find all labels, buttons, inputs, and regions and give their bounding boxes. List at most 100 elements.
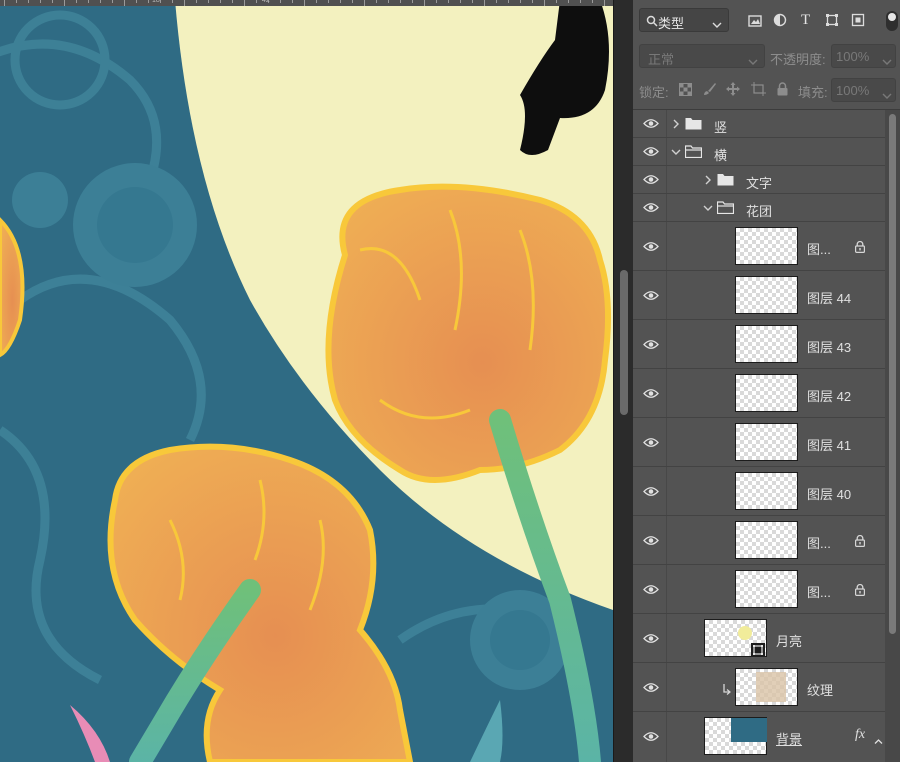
ruler-tick	[256, 0, 257, 3]
ruler-tick	[292, 0, 293, 3]
layer-row-group-wenzi[interactable]: 文字	[633, 166, 885, 194]
layer-name: 图...	[807, 536, 831, 551]
ruler-tick	[340, 0, 341, 3]
layer-row-texture-clipped[interactable]: 纹理	[633, 663, 885, 712]
filter-pixel-icon[interactable]	[748, 14, 762, 32]
fill-input[interactable]: 100%	[831, 78, 896, 102]
visibility-eye-icon[interactable]	[643, 535, 659, 546]
ruler-tick	[436, 0, 437, 3]
chevron-down-icon[interactable]	[671, 148, 681, 158]
lock-all-icon[interactable]	[777, 82, 788, 101]
layers-scroll-thumb[interactable]	[889, 114, 896, 634]
ruler-tick	[496, 0, 497, 3]
lock-position-move-icon[interactable]	[726, 82, 740, 101]
layer-row-background[interactable]: 背景 fx	[633, 712, 885, 762]
opacity-input[interactable]: 100%	[831, 44, 896, 68]
ruler-tick	[484, 0, 485, 6]
filter-smart-object-icon[interactable]	[851, 13, 865, 32]
clipping-mask-arrow-icon	[723, 682, 731, 700]
ruler-tick	[124, 0, 125, 6]
ruler-tick	[568, 0, 569, 3]
layer-name: 月亮	[776, 634, 803, 649]
layer-effects-fx-icon[interactable]: fx	[855, 727, 865, 743]
visibility-eye-icon[interactable]	[643, 146, 659, 157]
visibility-eye-icon[interactable]	[643, 437, 659, 448]
visibility-eye-icon[interactable]	[643, 682, 659, 693]
filter-adjustment-icon[interactable]	[773, 13, 787, 32]
ruler-tick	[208, 0, 209, 3]
ruler-label: 18	[152, 0, 160, 4]
layer-row-pixel[interactable]: 图层 41	[633, 418, 885, 467]
layer-thumbnail	[735, 374, 798, 412]
layer-row-pixel[interactable]: 图层 40	[633, 467, 885, 516]
chevron-up-icon[interactable]	[874, 732, 883, 750]
layer-row-group-huatuan[interactable]: 花团	[633, 194, 885, 222]
lock-transparent-icon[interactable]	[679, 83, 692, 101]
layer-thumbnail	[704, 717, 767, 755]
ruler-tick	[40, 0, 41, 3]
filter-kind-select[interactable]: 类型	[639, 8, 729, 32]
lock-artboard-icon[interactable]	[751, 82, 766, 101]
layer-row-pixel[interactable]: 图层 43	[633, 320, 885, 369]
visibility-eye-icon[interactable]	[643, 241, 659, 252]
background-thumbnail	[731, 718, 767, 742]
ruler-tick	[244, 0, 245, 6]
filter-type-icon[interactable]: T	[801, 12, 810, 29]
ruler-tick	[64, 0, 65, 6]
ruler-label: 42	[262, 0, 270, 4]
ruler-tick	[424, 0, 425, 6]
ruler-tick	[148, 0, 149, 3]
ruler-tick	[448, 0, 449, 3]
visibility-eye-icon[interactable]	[643, 174, 659, 185]
visibility-eye-icon[interactable]	[643, 339, 659, 350]
visibility-eye-icon[interactable]	[643, 118, 659, 129]
document-canvas[interactable]: 18 42	[0, 0, 613, 762]
artwork	[0, 0, 613, 762]
visibility-eye-icon[interactable]	[643, 584, 659, 595]
layer-row-group-heng[interactable]: 横	[633, 138, 885, 166]
ruler-tick	[520, 0, 521, 3]
folder-open-icon	[716, 201, 735, 215]
ruler-tick	[160, 0, 161, 3]
layer-row-pixel[interactable]: 图...	[633, 516, 885, 565]
ruler-tick	[400, 0, 401, 3]
lock-label: 锁定:	[639, 85, 669, 100]
layer-row-group-shu[interactable]: 竖	[633, 110, 885, 138]
chevron-down-icon[interactable]	[703, 204, 713, 214]
canvas-scroll-thumb[interactable]	[620, 270, 628, 415]
layer-name: 图...	[807, 242, 831, 257]
visibility-eye-icon[interactable]	[643, 633, 659, 644]
canvas-vertical-scrollbar[interactable]	[613, 0, 633, 762]
blend-mode-select[interactable]: 正常	[639, 44, 765, 68]
layer-name: 图层 41	[807, 438, 852, 453]
ruler-tick	[100, 0, 101, 3]
chevron-right-icon[interactable]	[672, 119, 682, 129]
ruler-tick	[16, 0, 17, 3]
layer-row-smart-object-moon[interactable]: 月亮	[633, 614, 885, 663]
ruler-tick	[112, 0, 113, 3]
layer-row-pixel[interactable]: 图...	[633, 222, 885, 271]
layer-row-pixel[interactable]: 图...	[633, 565, 885, 614]
filter-shape-icon[interactable]	[825, 13, 839, 32]
visibility-eye-icon[interactable]	[643, 486, 659, 497]
ruler-tick	[28, 0, 29, 3]
ruler-tick	[184, 0, 185, 6]
ruler-tick	[304, 0, 305, 6]
visibility-eye-icon[interactable]	[643, 731, 659, 742]
layer-row-pixel[interactable]: 图层 44	[633, 271, 885, 320]
ruler-tick	[460, 0, 461, 3]
folder-open-icon	[684, 145, 703, 159]
search-icon	[646, 14, 658, 32]
chevron-down-icon	[712, 16, 722, 34]
layer-row-pixel[interactable]: 图层 42	[633, 369, 885, 418]
lock-pixels-brush-icon[interactable]	[703, 82, 717, 101]
ruler-tick	[532, 0, 533, 3]
visibility-eye-icon[interactable]	[643, 290, 659, 301]
layer-name: 图层 44	[807, 291, 852, 306]
layer-filter-row: 类型 T	[633, 8, 900, 34]
filter-toggle[interactable]	[886, 11, 898, 31]
chevron-right-icon[interactable]	[704, 175, 714, 185]
visibility-eye-icon[interactable]	[643, 388, 659, 399]
visibility-eye-icon[interactable]	[643, 202, 659, 213]
layers-scrollbar[interactable]	[885, 110, 900, 762]
